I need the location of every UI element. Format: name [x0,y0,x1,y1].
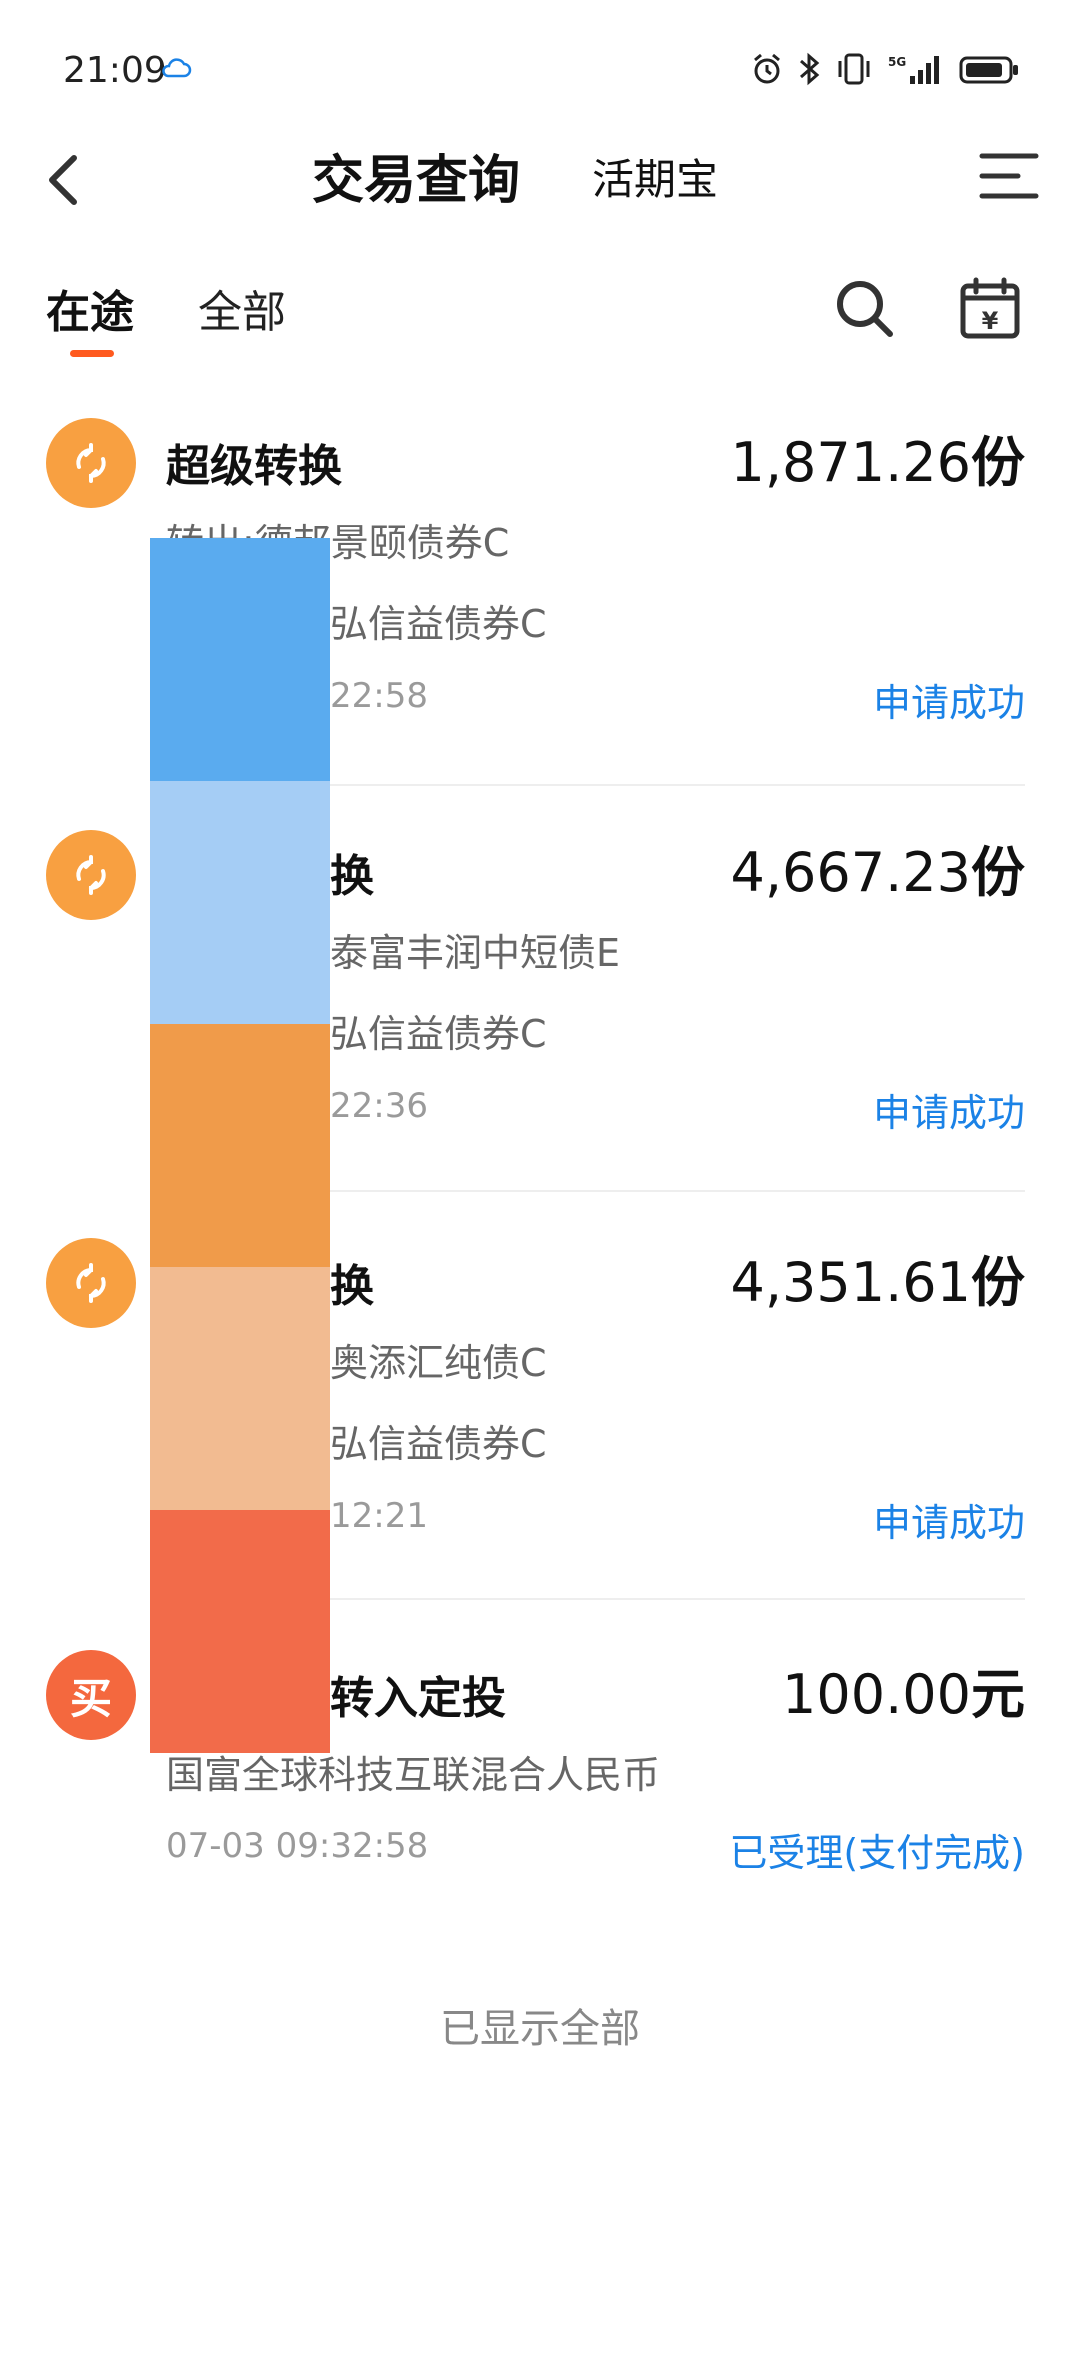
exchange-icon [46,1238,136,1328]
transaction-status: 申请成功 [872,681,1025,725]
amount-unit: 份 [971,1251,1025,1314]
transaction-type: 超级转换 [166,441,342,492]
bluetooth-icon [800,52,820,86]
transaction-status: 申请成功 [872,1501,1025,1545]
redaction-band [150,781,330,1024]
amount-value: 1,871.26 [730,431,971,494]
transaction-amount: 4,351.61份 [731,1238,1025,1317]
amount-value: 4,667.23 [730,841,971,904]
redaction-band [150,1510,330,1753]
transaction-to-fund: 弘信益债券C [330,1012,547,1056]
header-subtitle[interactable]: 活期宝 [592,146,718,207]
exchange-icon [46,830,136,920]
signal-5g-icon: 5G [888,55,939,84]
redaction-band [150,538,330,781]
buy-icon: 买 [46,1650,136,1740]
menu-icon[interactable] [978,150,1040,202]
battery-icon [959,56,1018,84]
transaction-type: 换 [330,851,374,902]
alarm-icon [754,53,780,84]
transaction-query-screen: 21:09 5G 交易查询 活期宝 在途 全部 ¥ 超级转换 1,871.26份… [0,0,1080,2362]
svg-text:¥: ¥ [982,307,999,335]
transaction-time: 22:58 [330,676,428,716]
transaction-from-fund: 泰富丰润中短债E [330,931,621,975]
transaction-to-fund: 弘信益债券C [330,1422,547,1466]
tab-all[interactable]: 全部 [198,276,286,340]
amount-value: 100.00 [782,1663,971,1726]
redaction-band [150,1024,330,1267]
status-bar: 21:09 5G [0,0,1080,140]
status-time: 21:09 [63,50,167,91]
redaction-band [150,1267,330,1510]
transaction-amount: 1,871.26份 [731,418,1025,497]
transaction-status: 申请成功 [872,1091,1025,1135]
transaction-type: 转入定投 [330,1673,506,1724]
vibrate-icon [838,53,870,85]
transaction-time: 22:36 [330,1086,428,1126]
list-end-message: 已显示全部 [440,2006,640,2052]
transaction-time: 07-03 09:32:58 [166,1826,429,1866]
transaction-from-fund: 奥添汇纯债C [330,1341,547,1385]
tab-in-transit[interactable]: 在途 [46,276,134,340]
redaction-overlay [150,538,330,1753]
transaction-to-fund: 弘信益债券C [330,602,547,646]
transaction-amount: 100.00元 [782,1650,1025,1729]
transaction-status: 已受理(支付完成) [729,1831,1025,1875]
tab-active-underline [70,350,114,357]
status-icons: 5G [750,52,1020,86]
amount-unit: 份 [971,431,1025,494]
transaction-amount: 4,667.23份 [731,828,1025,907]
svg-text:5G: 5G [888,55,906,69]
transaction-time: 12:21 [330,1496,428,1536]
amount-unit: 份 [971,841,1025,904]
amount-value: 4,351.61 [730,1251,971,1314]
transaction-type: 换 [330,1261,374,1312]
calendar-yuan-icon[interactable]: ¥ [958,276,1022,340]
search-icon[interactable] [832,276,896,340]
back-chevron-icon[interactable] [40,150,84,210]
cloud-icon [162,58,192,78]
amount-unit: 元 [971,1663,1025,1726]
exchange-icon [46,418,136,508]
page-title: 交易查询 [312,151,521,211]
